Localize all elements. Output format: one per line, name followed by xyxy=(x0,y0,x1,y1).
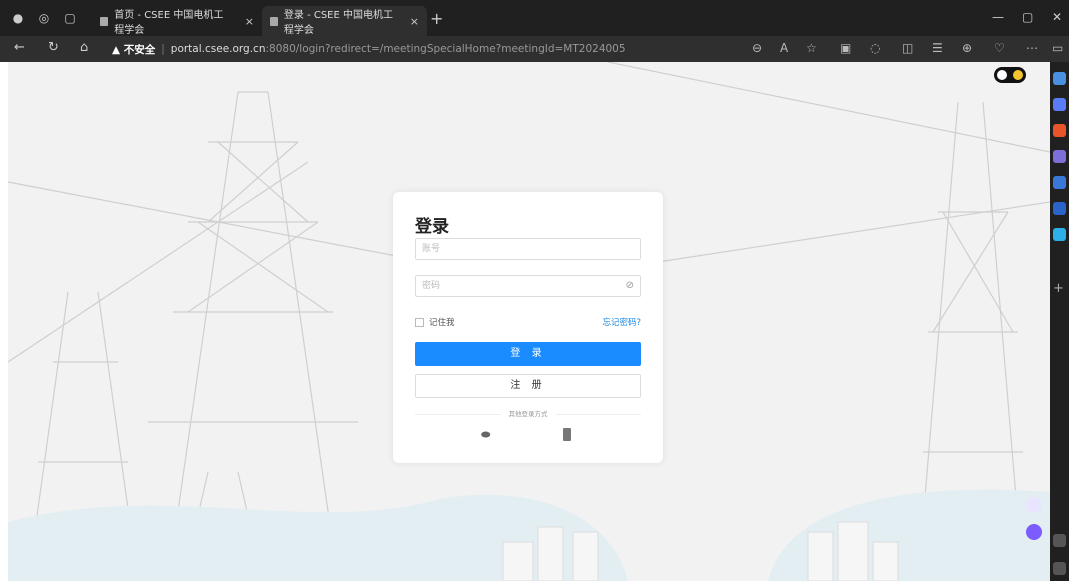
telegram-icon[interactable] xyxy=(1053,228,1066,241)
tab-login[interactable]: 登录 - CSEE 中国电机工程学会 × xyxy=(262,6,427,36)
people-icon[interactable] xyxy=(1053,150,1066,163)
new-tab-button[interactable]: + xyxy=(430,9,443,28)
tools-icon[interactable] xyxy=(1053,124,1066,137)
other-login-methods: 其他登录方式 xyxy=(393,408,663,418)
settings-icon[interactable] xyxy=(1053,562,1066,575)
browser-essentials-icon[interactable]: ♡ xyxy=(994,41,1005,55)
phone-icon[interactable] xyxy=(563,428,571,441)
tab-login-label: 登录 - CSEE 中国电机工程学会 xyxy=(283,10,394,36)
screenshot-icon[interactable] xyxy=(1053,534,1066,547)
tab-actions-icon[interactable]: ▢ xyxy=(62,10,78,26)
url-path: :8080/login?redirect=/meetingSpecialHome… xyxy=(265,43,626,55)
remember-me-checkbox[interactable]: 记住我 xyxy=(415,316,455,328)
floating-ai-icon[interactable] xyxy=(1026,524,1042,540)
add-icon[interactable]: + xyxy=(1053,282,1066,295)
site-favicon-icon xyxy=(100,16,109,26)
browser-sidebar: + xyxy=(1050,62,1069,581)
browser-tab-bar: ● ◎ ▢ 首页 - CSEE 中国电机工程学会 × 登录 - CSEE 中国电… xyxy=(0,0,1069,36)
security-warning[interactable]: ▲ 不安全 xyxy=(112,42,155,57)
light-mode-icon xyxy=(997,70,1007,80)
address-toolbar: ← ↻ ⌂ ▲ 不安全 | portal.csee.org.cn:8080/lo… xyxy=(0,36,1069,62)
remember-me-label: 记住我 xyxy=(429,318,455,328)
floating-assistant-icon[interactable] xyxy=(1026,497,1042,513)
hide-password-icon[interactable]: ⊘ xyxy=(626,276,634,296)
login-button[interactable]: 登 录 xyxy=(415,342,641,366)
forgot-password-link[interactable]: 忘记密码? xyxy=(602,316,641,328)
games-icon[interactable] xyxy=(1053,176,1066,189)
refresh-icon[interactable]: ↻ xyxy=(48,40,59,55)
copilot-icon[interactable]: ◌ xyxy=(870,41,880,55)
tag-icon[interactable] xyxy=(1053,98,1066,111)
split-screen-icon[interactable]: ◫ xyxy=(902,41,913,55)
wechat-icon[interactable]: ⬬ xyxy=(481,428,490,442)
password-placeholder: 密码 xyxy=(422,281,441,291)
tab-home[interactable]: 首页 - CSEE 中国电机工程学会 × xyxy=(92,6,262,36)
search-icon[interactable] xyxy=(1053,72,1066,85)
page-content: 登录 账号 密码 ⊘ 记住我 忘记密码? 登 录 注 册 其他登录方式 ⬬ xyxy=(8,62,1050,581)
site-favicon-icon xyxy=(270,16,278,26)
address-field[interactable]: ▲ 不安全 | portal.csee.org.cn:8080/login?re… xyxy=(112,39,732,59)
sidebar-toggle-icon[interactable]: ▭ xyxy=(1052,41,1063,55)
back-icon[interactable]: ← xyxy=(14,40,25,55)
dark-mode-toggle[interactable] xyxy=(994,67,1026,83)
outlook-icon[interactable] xyxy=(1053,202,1066,215)
checkbox-icon[interactable] xyxy=(415,317,424,327)
register-button[interactable]: 注 册 xyxy=(415,374,641,398)
more-icon[interactable]: ⋯ xyxy=(1026,41,1038,55)
close-window-icon[interactable]: ✕ xyxy=(1052,10,1062,24)
username-placeholder: 账号 xyxy=(422,244,441,254)
favorite-icon[interactable]: ☆ xyxy=(806,41,817,55)
close-tab-icon[interactable]: × xyxy=(410,15,419,28)
maximize-icon[interactable]: ▢ xyxy=(1022,10,1033,24)
extension-icon[interactable]: ▣ xyxy=(840,41,851,55)
username-input[interactable]: 账号 xyxy=(415,238,641,260)
login-card: 登录 账号 密码 ⊘ 记住我 忘记密码? 登 录 注 册 其他登录方式 ⬬ xyxy=(393,192,663,463)
workspaces-icon[interactable]: ◎ xyxy=(36,10,52,26)
moon-icon xyxy=(1013,70,1023,80)
tab-home-label: 首页 - CSEE 中国电机工程学会 xyxy=(114,10,224,36)
read-aloud-icon[interactable]: A xyxy=(780,41,788,55)
favorites-icon[interactable]: ☰ xyxy=(932,41,943,55)
url-host: portal.csee.org.cn xyxy=(170,43,266,55)
password-input[interactable]: 密码 ⊘ xyxy=(415,275,641,297)
zoom-icon[interactable]: ⊖ xyxy=(752,41,762,55)
collections-icon[interactable]: ⊕ xyxy=(962,41,972,55)
close-tab-icon[interactable]: × xyxy=(245,15,254,28)
login-title: 登录 xyxy=(415,217,449,237)
address-separator: | xyxy=(161,43,165,55)
other-login-label: 其他登录方式 xyxy=(500,410,556,418)
profile-icon[interactable]: ● xyxy=(10,10,26,26)
minimize-icon[interactable]: — xyxy=(992,10,1004,24)
home-icon[interactable]: ⌂ xyxy=(80,40,88,55)
